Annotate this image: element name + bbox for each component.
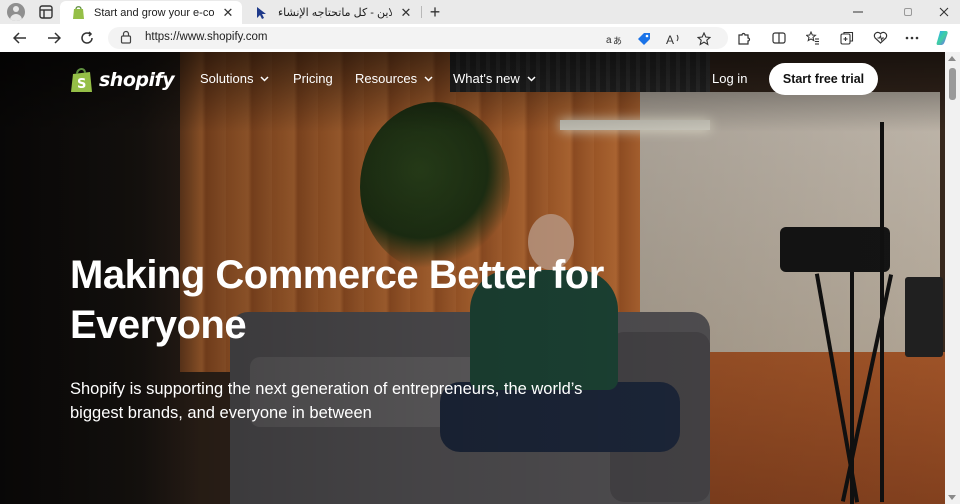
nav-solutions[interactable]: Solutions (200, 71, 270, 86)
start-free-trial-button[interactable]: Start free trial (769, 63, 878, 95)
translate-icon[interactable]: aあ (605, 30, 623, 48)
svg-text:S: S (77, 77, 86, 92)
hero-subtitle: Shopify is supporting the next generatio… (70, 380, 583, 422)
copilot-icon[interactable] (934, 28, 954, 48)
shopify-logo[interactable]: S shopify (70, 66, 175, 94)
favorites-list-icon[interactable] (803, 28, 823, 48)
close-tab-icon[interactable]: ✕ (220, 5, 236, 21)
new-tab-plus-icon[interactable]: + (426, 2, 444, 22)
refresh-icon[interactable] (77, 28, 97, 48)
tab-shopify[interactable]: Start and grow your e-commerce ✕ (60, 1, 242, 24)
split-screen-icon[interactable] (769, 28, 789, 48)
profile-avatar-icon[interactable] (7, 3, 25, 21)
shopify-bag-icon (70, 5, 86, 21)
extensions-puzzle-icon[interactable] (734, 28, 754, 48)
nav-label: Solutions (200, 71, 254, 86)
close-tab-icon[interactable]: ✕ (398, 5, 414, 21)
nav-label: What's new (453, 71, 520, 86)
browser-toolbar: https://www.shopify.com aあ A (0, 24, 960, 52)
site-header: S shopify Solutions Pricing Resources Wh… (0, 52, 945, 108)
svg-text:A: A (666, 33, 674, 46)
chevron-down-icon (527, 76, 536, 82)
scroll-down-arrow-icon[interactable] (948, 495, 956, 500)
tab-separator (421, 6, 422, 18)
favorite-star-icon[interactable] (695, 30, 713, 48)
forward-arrow-icon[interactable] (44, 28, 64, 48)
scroll-up-arrow-icon[interactable] (948, 56, 956, 61)
lock-icon[interactable] (120, 30, 136, 46)
login-link[interactable]: Log in (712, 71, 747, 86)
tab-arabic-site[interactable]: انطلق أونلاين - كل ماتحتاجه الإنشاء ✕ (244, 1, 420, 24)
scrollbar-thumb[interactable] (949, 68, 956, 100)
chevron-down-icon (260, 76, 270, 82)
more-options-ellipsis-icon[interactable] (902, 28, 922, 48)
tab-title: انطلق أونلاين - كل ماتحتاجه الإنشاء (278, 7, 392, 19)
url-text: https://www.shopify.com (145, 31, 268, 43)
shopping-tag-icon[interactable] (635, 30, 653, 48)
tab-actions-icon[interactable] (37, 3, 55, 21)
hero-title: Making Commerce Better for Everyone (70, 253, 604, 347)
collections-icon[interactable] (837, 28, 857, 48)
svg-text:a: a (606, 35, 612, 46)
nav-pricing[interactable]: Pricing (293, 71, 333, 86)
svg-text:あ: あ (613, 36, 622, 46)
nav-resources[interactable]: Resources (355, 71, 433, 86)
page-viewport[interactable]: S shopify Solutions Pricing Resources Wh… (0, 52, 960, 504)
nav-label: Pricing (293, 71, 333, 86)
restore-window-icon[interactable] (893, 0, 923, 24)
brand-name: shopify (99, 69, 175, 91)
browser-essentials-heart-icon[interactable] (870, 28, 890, 48)
arrow-cursor-icon (254, 5, 270, 21)
back-arrow-icon[interactable] (10, 28, 30, 48)
chevron-down-icon (424, 76, 433, 82)
shopify-bag-icon: S (70, 66, 94, 94)
page-scrollbar[interactable] (945, 52, 960, 504)
tab-title: Start and grow your e-commerce (94, 6, 214, 19)
address-bar[interactable]: https://www.shopify.com aあ A (108, 27, 728, 49)
minimize-window-icon[interactable] (843, 0, 873, 24)
browser-tab-strip: Start and grow your e-commerce ✕ انطلق أ… (0, 0, 960, 24)
nav-whats-new[interactable]: What's new (453, 71, 536, 86)
close-window-icon[interactable] (929, 0, 959, 24)
nav-label: Resources (355, 71, 418, 86)
read-aloud-icon[interactable]: A (665, 30, 683, 48)
